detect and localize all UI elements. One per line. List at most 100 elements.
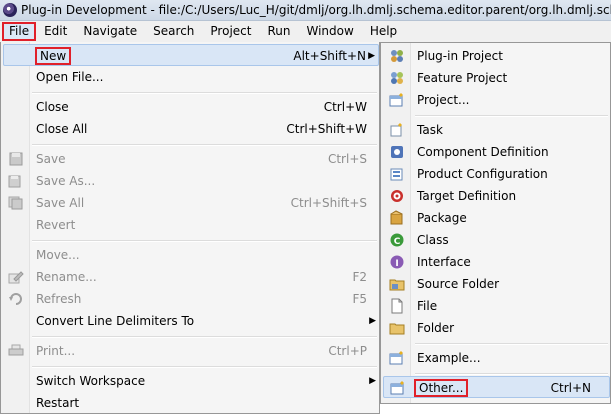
menu-window[interactable]: Window: [298, 22, 361, 41]
convert-label: Convert Line Delimiters To: [36, 314, 195, 328]
package-icon: [390, 210, 403, 225]
task-icon: [390, 123, 402, 137]
other-wizard-icon: [390, 381, 404, 395]
menu-item-print[interactable]: Print... Ctrl+P: [3, 340, 379, 362]
menu-edit[interactable]: Edit: [36, 22, 75, 41]
submenu-item-task[interactable]: Task: [383, 119, 610, 141]
menu-item-save-all[interactable]: Save All Ctrl+Shift+S: [3, 192, 379, 214]
other-accel: Ctrl+N: [550, 381, 591, 395]
menu-item-convert-line-delimiters[interactable]: Convert Line Delimiters To ▶: [3, 310, 379, 332]
save-as-icon: [8, 175, 21, 188]
submenu-arrow-icon: ▶: [368, 51, 375, 61]
source-folder-label: Source Folder: [417, 277, 500, 291]
menu-separator: [32, 240, 377, 242]
plugin-project-icon: [391, 50, 403, 62]
menu-item-open-file[interactable]: Open File...: [3, 66, 379, 88]
target-definition-label: Target Definition: [417, 189, 517, 203]
menu-item-new[interactable]: New Alt+Shift+N ▶: [3, 44, 379, 66]
menu-item-save[interactable]: Save Ctrl+S: [3, 148, 379, 170]
menu-item-revert[interactable]: Revert: [3, 214, 379, 236]
menu-item-switch-workspace[interactable]: Switch Workspace ▶: [3, 370, 379, 392]
submenu-item-project[interactable]: Project...: [383, 89, 610, 111]
submenu-separator: [415, 373, 608, 375]
submenu-item-package[interactable]: Package: [383, 207, 610, 229]
save-all-label: Save All: [36, 196, 85, 210]
menu-separator: [32, 366, 377, 368]
new-label: New: [35, 47, 72, 65]
menu-item-refresh[interactable]: Refresh F5: [3, 288, 379, 310]
submenu-item-component-definition[interactable]: Component Definition: [383, 141, 610, 163]
task-label: Task: [417, 123, 443, 137]
submenu-item-feature-project[interactable]: Feature Project: [383, 67, 610, 89]
submenu-separator: [415, 115, 608, 117]
submenu-item-target-definition[interactable]: Target Definition: [383, 185, 610, 207]
menu-item-rename[interactable]: Rename... F2: [3, 266, 379, 288]
other-label: Other...: [414, 379, 469, 397]
submenu-item-plugin-project[interactable]: Plug-in Project: [383, 45, 610, 67]
class-label: Class: [417, 233, 449, 247]
menu-run[interactable]: Run: [259, 22, 298, 41]
submenu-item-example[interactable]: Example...: [383, 347, 610, 369]
file-icon: [391, 298, 403, 314]
submenu-item-folder[interactable]: Folder: [383, 317, 610, 339]
refresh-label: Refresh: [36, 292, 82, 306]
project-icon: [389, 93, 403, 107]
menu-navigate[interactable]: Navigate: [75, 22, 145, 41]
rename-label: Rename...: [36, 270, 97, 284]
eclipse-icon: [3, 3, 17, 17]
source-folder-icon: [389, 279, 405, 291]
interface-label: Interface: [417, 255, 471, 269]
close-all-accel: Ctrl+Shift+W: [286, 122, 367, 136]
submenu-item-interface[interactable]: I Interface: [383, 251, 610, 273]
project-label: Project...: [417, 93, 470, 107]
menu-search[interactable]: Search: [145, 22, 202, 41]
save-accel: Ctrl+S: [327, 152, 367, 166]
submenu-item-product-configuration[interactable]: Product Configuration: [383, 163, 610, 185]
target-definition-icon: [391, 190, 403, 202]
interface-icon: I: [390, 255, 404, 269]
submenu-item-file[interactable]: File: [383, 295, 610, 317]
menu-bar: File Edit Navigate Search Project Run Wi…: [0, 21, 611, 43]
rename-accel: F2: [352, 270, 367, 284]
menu-separator: [32, 92, 377, 94]
svg-text:C: C: [394, 237, 401, 247]
refresh-accel: F5: [352, 292, 367, 306]
package-label: Package: [417, 211, 467, 225]
menu-item-close[interactable]: Close Ctrl+W: [3, 96, 379, 118]
example-icon: [389, 351, 403, 365]
revert-label: Revert: [36, 218, 76, 232]
menu-separator: [32, 144, 377, 146]
rename-icon: [8, 271, 24, 284]
restart-label: Restart: [36, 396, 80, 410]
submenu-item-other[interactable]: Other... Ctrl+N: [383, 376, 610, 398]
folder-icon: [389, 323, 405, 335]
menu-file[interactable]: File: [2, 22, 37, 41]
feature-project-icon: [391, 72, 403, 84]
svg-text:I: I: [395, 259, 398, 269]
move-label: Move...: [36, 248, 80, 262]
close-accel: Ctrl+W: [323, 100, 367, 114]
print-label: Print...: [36, 344, 76, 358]
print-accel: Ctrl+P: [328, 344, 367, 358]
save-all-accel: Ctrl+Shift+S: [290, 196, 367, 210]
file-menu: New Alt+Shift+N ▶ Open File... Close Ctr…: [0, 42, 380, 414]
print-icon: [8, 344, 24, 356]
menu-help[interactable]: Help: [362, 22, 405, 41]
menu-project[interactable]: Project: [202, 22, 259, 41]
submenu-item-source-folder[interactable]: Source Folder: [383, 273, 610, 295]
menu-item-close-all[interactable]: Close All Ctrl+Shift+W: [3, 118, 379, 140]
save-icon: [9, 152, 23, 166]
menu-item-restart[interactable]: Restart: [3, 392, 379, 414]
product-configuration-icon: [390, 168, 403, 181]
save-label: Save: [36, 152, 66, 166]
save-all-icon: [8, 196, 23, 210]
menu-item-save-as[interactable]: Save As...: [3, 170, 379, 192]
submenu-arrow-icon: ▶: [369, 376, 376, 386]
refresh-icon: [9, 293, 22, 305]
menu-separator: [32, 336, 377, 338]
file-label: File: [417, 299, 438, 313]
submenu-item-class[interactable]: C Class: [383, 229, 610, 251]
menu-item-move[interactable]: Move...: [3, 244, 379, 266]
title-bar: Plug-in Development - file:/C:/Users/Luc…: [0, 0, 611, 21]
window-title: Plug-in Development - file:/C:/Users/Luc…: [21, 3, 611, 17]
